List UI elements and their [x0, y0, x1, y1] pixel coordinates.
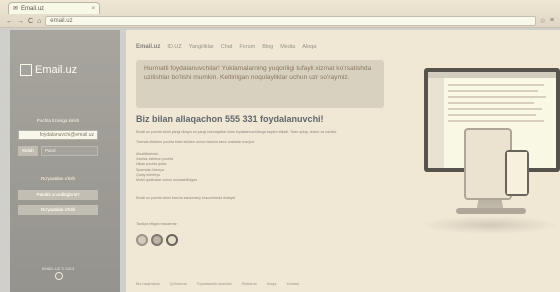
enter-button[interactable]: Kirish: [18, 146, 38, 156]
nav-brand[interactable]: Email.uz: [136, 44, 160, 50]
logo-mark-icon: [20, 64, 32, 76]
nav-item-forum[interactable]: Forum: [239, 44, 255, 50]
nav-item-blog[interactable]: Blog: [262, 44, 273, 50]
opera-icon[interactable]: [166, 234, 178, 246]
top-navigation: Email.uz ID.UZ Yangiliklar Chat Forum Bl…: [136, 44, 316, 50]
bottom-paragraph: Email.uz pochta tizimi barcha zamonaviy …: [136, 196, 237, 200]
firefox-icon[interactable]: [151, 234, 163, 246]
user-count-headline: Biz bilan allaqachon 555 331 foydalanuvc…: [136, 114, 324, 124]
nav-item-contact[interactable]: Aloqa: [302, 44, 316, 50]
tab-title: Email.uz: [21, 5, 45, 12]
footer-link[interactable]: Reklama: [242, 282, 257, 286]
footer-link[interactable]: Qo'llanma: [170, 282, 187, 286]
page-footer: Biz haqimizda Qo'llanma Foydalanish shar…: [136, 282, 426, 286]
password-field[interactable]: Parol: [41, 146, 98, 156]
forward-icon[interactable]: →: [17, 18, 24, 25]
login-caption: Pochta tizimiga kirish: [36, 118, 80, 123]
intro-paragraph-2: Tizimda elektron pochta bilan ishlash uc…: [136, 140, 255, 144]
monitor-base: [456, 208, 526, 214]
logo-text: Email.uz: [35, 64, 78, 76]
phone-illustration: [505, 150, 529, 196]
footer-link[interactable]: Yordam: [286, 282, 299, 286]
back-icon[interactable]: ←: [6, 18, 13, 25]
browser-tab[interactable]: ✉ Email.uz ×: [8, 2, 100, 14]
list-item: Mobil qurilmalar uchun moslashtirilgan: [136, 178, 198, 183]
register-button[interactable]: Ro'yxatdan o'tish: [18, 205, 98, 215]
menu-icon[interactable]: ≡: [550, 17, 554, 25]
advantages-list: Afzalliklarimiz: Xavfsiz elektron pochta…: [136, 152, 386, 183]
footer-link[interactable]: Biz haqimizda: [136, 282, 160, 286]
notice-banner: Hurmatli foydalanuvchilar! Yuklamalarnin…: [136, 60, 384, 108]
login-field[interactable]: foydalanuvchi@email.uz: [18, 130, 98, 140]
site-logo[interactable]: Email.uz: [20, 62, 92, 78]
intro-paragraph-1: Email.uz pochta tizimi yangi dizayn va y…: [136, 130, 338, 134]
sidebar-footer: EMAIL.UZ © 2013: [41, 266, 75, 271]
chrome-icon[interactable]: [136, 234, 148, 246]
tab-favicon-icon: ✉: [13, 6, 19, 12]
address-bar[interactable]: email.uz: [45, 16, 536, 26]
nav-item-chat[interactable]: Chat: [221, 44, 233, 50]
nav-item-media[interactable]: Media: [280, 44, 295, 50]
browser-note: Tavsiya etilgan brauzerlar:: [136, 222, 178, 226]
forgot-password-button[interactable]: Parolni unutdingizmi?: [18, 190, 98, 200]
home-icon[interactable]: ⌂: [37, 18, 41, 25]
browser-icons: [136, 234, 178, 246]
device-shadow: [420, 216, 560, 234]
bookmark-star-icon[interactable]: ☆: [540, 17, 546, 25]
browser-chrome: ✉ Email.uz × ← → C ⌂ email.uz ☆ ≡: [0, 0, 560, 28]
footer-link[interactable]: Aloqa: [267, 282, 277, 286]
nav-item-id[interactable]: ID.UZ: [167, 44, 181, 50]
reload-icon[interactable]: C: [28, 18, 33, 25]
browser-toolbar: ← → C ⌂ email.uz ☆ ≡: [0, 14, 560, 28]
tab-close-icon[interactable]: ×: [91, 6, 95, 12]
register-link[interactable]: Ro'yxatdan o'tish: [18, 176, 98, 181]
nav-item-news[interactable]: Yangiliklar: [189, 44, 214, 50]
address-text: email.uz: [50, 18, 73, 24]
footer-logo-icon: [55, 272, 63, 280]
footer-link[interactable]: Foydalanish shartlari: [197, 282, 232, 286]
